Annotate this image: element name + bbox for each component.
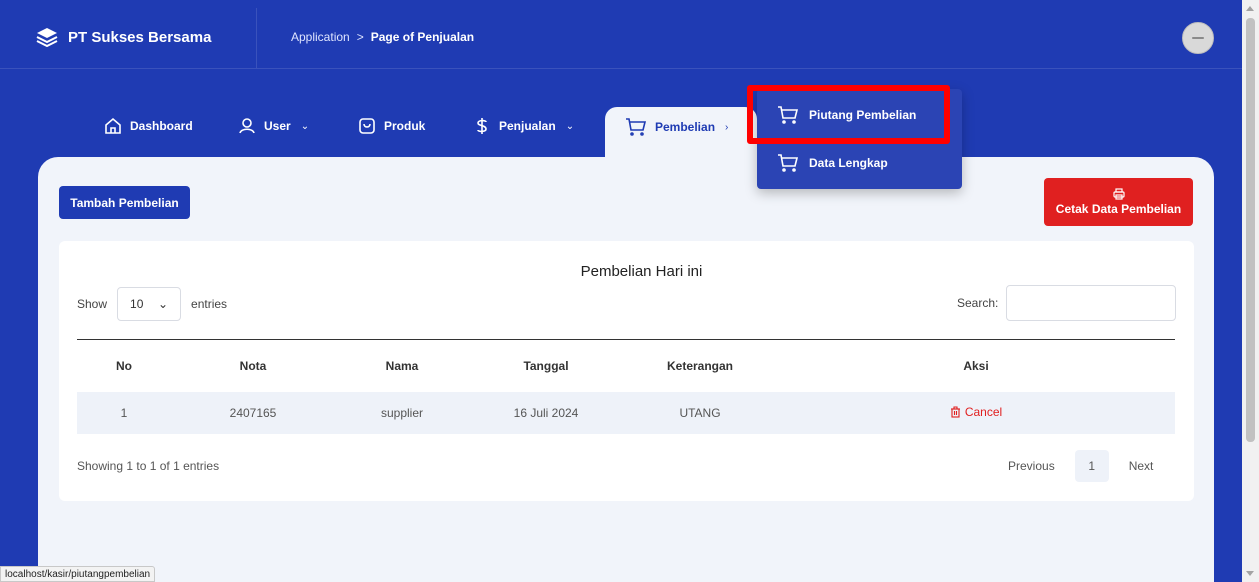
print-pembelian-button[interactable]: Cetak Data Pembelian	[1044, 178, 1193, 226]
cancel-button[interactable]: Cancel	[950, 405, 1002, 419]
table-title: Pembelian Hari ini	[580, 263, 703, 280]
col-header[interactable]: Nama	[335, 339, 469, 392]
cell-tanggal: 16 Juli 2024	[469, 392, 623, 434]
nav-label: Pembelian	[655, 120, 716, 134]
col-header[interactable]: Aksi	[777, 339, 1175, 392]
menu-item-data-lengkap[interactable]: Data Lengkap	[777, 153, 888, 173]
nav-label: Dashboard	[130, 119, 193, 133]
breadcrumb-separator: >	[356, 30, 364, 44]
search-label: Search:	[957, 296, 999, 310]
scrollbar-thumb[interactable]	[1246, 18, 1255, 442]
show-label: Show	[77, 297, 108, 311]
scroll-down-icon[interactable]	[1246, 571, 1254, 576]
scroll-up-icon[interactable]	[1246, 6, 1254, 11]
breadcrumb: Application > Page of Penjualan	[291, 30, 474, 44]
main-nav: Dashboard User ⌄ Produk Penjualan ⌄ Pemb…	[0, 107, 1242, 157]
trash-icon	[950, 406, 960, 418]
next-button[interactable]: Next	[1129, 459, 1154, 473]
cart-icon	[626, 118, 647, 136]
user-icon	[239, 118, 255, 134]
brand[interactable]: PT Sukses Bersama	[36, 27, 211, 47]
cell-aksi: Cancel	[777, 392, 1175, 434]
table-header-row: No Nota Nama Tanggal Keterangan Aksi	[77, 339, 1175, 392]
cell-nama: supplier	[335, 392, 469, 434]
chevron-down-icon: ⌄	[157, 297, 169, 311]
nav-pembelian[interactable]: Pembelian ›	[625, 117, 728, 137]
entries-select[interactable]: 10 ⌄	[117, 287, 182, 321]
page-1-button[interactable]: 1	[1074, 450, 1109, 482]
table-card: Pembelian Hari ini Show 10 ⌄ entries Sea…	[59, 241, 1194, 501]
add-pembelian-button[interactable]: Tambah Pembelian	[59, 186, 190, 219]
bag-icon	[359, 118, 375, 134]
nav-label: Penjualan	[499, 119, 556, 133]
divider	[256, 8, 257, 68]
col-header[interactable]: No	[77, 339, 171, 392]
pagination: Previous 1 Next	[1008, 450, 1153, 482]
cell-keterangan: UTANG	[623, 392, 777, 434]
chevron-down-icon: ⌄	[300, 120, 310, 132]
col-header[interactable]: Keterangan	[623, 339, 777, 392]
breadcrumb-parent[interactable]: Application	[291, 30, 350, 44]
nav-label: User	[264, 119, 291, 133]
scrollbar[interactable]	[1242, 0, 1259, 582]
cart-icon	[778, 154, 799, 172]
avatar[interactable]	[1182, 22, 1214, 54]
print-label: Cetak Data Pembelian	[1055, 202, 1182, 216]
pembelian-dropdown: Piutang Pembelian Data Lengkap	[757, 89, 962, 189]
length-control: Show 10 ⌄ entries	[77, 287, 227, 321]
status-bar-url: localhost/kasir/piutangpembelian	[0, 566, 156, 582]
breadcrumb-current: Page of Penjualan	[370, 30, 475, 44]
menu-item-label: Piutang Pembelian	[809, 108, 917, 122]
brand-name: PT Sukses Bersama	[68, 28, 212, 46]
entries-label: entries	[191, 297, 228, 311]
table-row: 1 2407165 supplier 16 Juli 2024 UTANG Ca…	[77, 392, 1175, 434]
nav-label: Produk	[384, 119, 426, 133]
entries-value: 10	[130, 297, 144, 311]
previous-button[interactable]: Previous	[1008, 459, 1055, 473]
col-header[interactable]: Tanggal	[469, 339, 623, 392]
nav-dashboard[interactable]: Dashboard	[104, 117, 193, 135]
menu-item-label: Data Lengkap	[809, 156, 888, 170]
home-icon	[105, 117, 121, 134]
top-bar: PT Sukses Bersama Application > Page of …	[0, 8, 1242, 69]
table-info: Showing 1 to 1 of 1 entries	[77, 459, 220, 473]
nav-penjualan[interactable]: Penjualan ⌄	[473, 117, 574, 135]
cell-nota: 2407165	[171, 392, 335, 434]
nav-produk[interactable]: Produk	[358, 117, 425, 135]
app-window: PT Sukses Bersama Application > Page of …	[0, 0, 1242, 582]
chevron-down-icon: ⌄	[565, 120, 575, 132]
dollar-icon	[477, 118, 487, 134]
chevron-right-icon: ›	[725, 121, 729, 133]
col-header[interactable]: Nota	[171, 339, 335, 392]
search-input[interactable]	[1006, 285, 1177, 321]
layers-icon	[36, 28, 58, 47]
cell-no: 1	[77, 392, 171, 434]
printer-icon	[1112, 188, 1125, 200]
pembelian-table: No Nota Nama Tanggal Keterangan Aksi 1 2…	[77, 339, 1175, 434]
cart-icon	[778, 106, 799, 124]
cancel-label: Cancel	[964, 405, 1003, 419]
nav-user[interactable]: User ⌄	[238, 117, 309, 135]
search-control: Search:	[957, 285, 1177, 321]
menu-item-piutang-pembelian[interactable]: Piutang Pembelian	[777, 105, 916, 125]
